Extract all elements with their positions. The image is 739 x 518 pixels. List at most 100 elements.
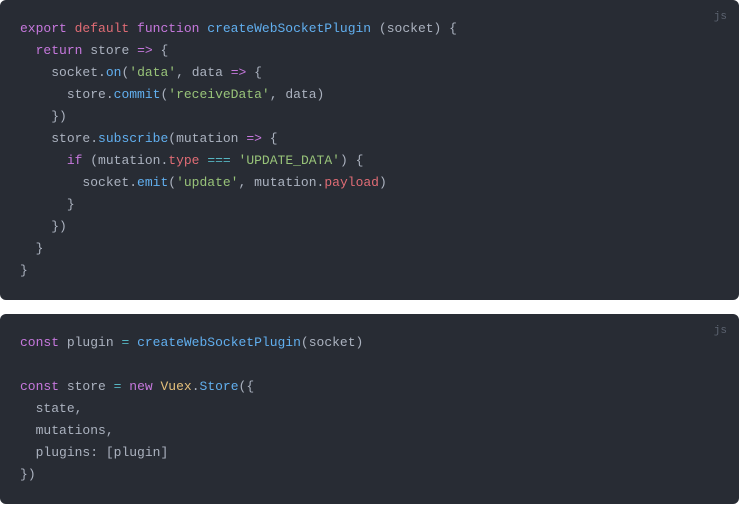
code-token: { — [356, 153, 364, 168]
code-token — [106, 379, 114, 394]
code-token — [348, 153, 356, 168]
code-token: . — [192, 379, 200, 394]
code-token: store — [90, 43, 129, 58]
code-token: Vuex — [161, 379, 192, 394]
code-token — [262, 131, 270, 146]
code-token — [20, 423, 36, 438]
code-token: . — [106, 87, 114, 102]
code-token: , — [75, 401, 83, 416]
code-token — [184, 65, 192, 80]
code-token: plugins — [36, 445, 91, 460]
code-token: === — [207, 153, 230, 168]
code-token — [246, 65, 254, 80]
code-token — [59, 335, 67, 350]
code-token: store — [51, 131, 90, 146]
code-token: => — [231, 65, 247, 80]
code-token: type — [168, 153, 199, 168]
code-token: socket — [309, 335, 356, 350]
code-token: { — [449, 21, 457, 36]
code-token: ) — [340, 153, 348, 168]
code-token: export — [20, 21, 67, 36]
code-token — [20, 175, 82, 190]
code-token: { — [254, 65, 262, 80]
code-token: 'data' — [129, 65, 176, 80]
code-token: data — [192, 65, 223, 80]
code-token: } — [51, 219, 59, 234]
code-token — [20, 401, 36, 416]
code-token: } — [36, 241, 44, 256]
code-token — [20, 153, 67, 168]
code-token: mutation — [254, 175, 316, 190]
code-token: } — [20, 263, 28, 278]
code-token: store — [67, 87, 106, 102]
code-token: ( — [168, 175, 176, 190]
code-token — [20, 241, 36, 256]
code-token: ) — [59, 219, 67, 234]
code-token: 'UPDATE_DATA' — [239, 153, 340, 168]
code-token: return — [36, 43, 83, 58]
code-token — [67, 21, 75, 36]
code-token: emit — [137, 175, 168, 190]
code-token — [129, 335, 137, 350]
code-token — [371, 21, 379, 36]
code-content: const plugin = createWebSocketPlugin(soc… — [20, 332, 719, 486]
code-token: state — [36, 401, 75, 416]
code-token — [153, 379, 161, 394]
code-token — [20, 131, 51, 146]
code-token: { — [246, 379, 254, 394]
code-token — [20, 445, 36, 460]
code-token: ) — [356, 335, 364, 350]
code-token: . — [90, 131, 98, 146]
code-token: plugin — [67, 335, 114, 350]
code-token: function — [137, 21, 199, 36]
code-block-1: jsconst plugin = createWebSocketPlugin(s… — [0, 314, 739, 504]
code-token: const — [20, 335, 59, 350]
code-token: createWebSocketPlugin — [207, 21, 371, 36]
code-token — [246, 175, 254, 190]
code-token: mutation — [98, 153, 160, 168]
code-block-0: jsexport default function createWebSocke… — [0, 0, 739, 300]
code-token: new — [129, 379, 152, 394]
code-token: . — [129, 175, 137, 190]
code-token: } — [20, 467, 28, 482]
code-token — [129, 43, 137, 58]
code-token — [441, 21, 449, 36]
code-token: socket — [51, 65, 98, 80]
code-token — [59, 379, 67, 394]
code-token: mutation — [176, 131, 238, 146]
code-token: store — [67, 379, 106, 394]
code-token: if — [67, 153, 83, 168]
code-token: { — [160, 43, 168, 58]
code-token: const — [20, 379, 59, 394]
code-token: 'receiveData' — [168, 87, 269, 102]
language-label: js — [714, 6, 727, 28]
code-token: , — [176, 65, 184, 80]
code-token: [ — [106, 445, 114, 460]
code-token — [231, 153, 239, 168]
code-token — [129, 21, 137, 36]
code-token: 'update' — [176, 175, 238, 190]
code-token: subscribe — [98, 131, 168, 146]
code-token: Store — [200, 379, 239, 394]
code-token: createWebSocketPlugin — [137, 335, 301, 350]
code-token — [98, 445, 106, 460]
code-token: , — [270, 87, 278, 102]
code-token: { — [270, 131, 278, 146]
code-token: on — [106, 65, 122, 80]
code-token: ( — [90, 153, 98, 168]
code-token: ) — [28, 467, 36, 482]
code-token — [223, 65, 231, 80]
code-token — [20, 219, 51, 234]
code-token — [20, 65, 51, 80]
code-token: socket — [387, 21, 434, 36]
code-token: => — [137, 43, 153, 58]
code-token: } — [67, 197, 75, 212]
code-token: ( — [168, 131, 176, 146]
code-token — [20, 87, 67, 102]
code-token: => — [246, 131, 262, 146]
code-token: commit — [114, 87, 161, 102]
code-token: ( — [301, 335, 309, 350]
code-content: export default function createWebSocketP… — [20, 18, 719, 282]
code-token: } — [51, 109, 59, 124]
code-token: plugin — [114, 445, 161, 460]
